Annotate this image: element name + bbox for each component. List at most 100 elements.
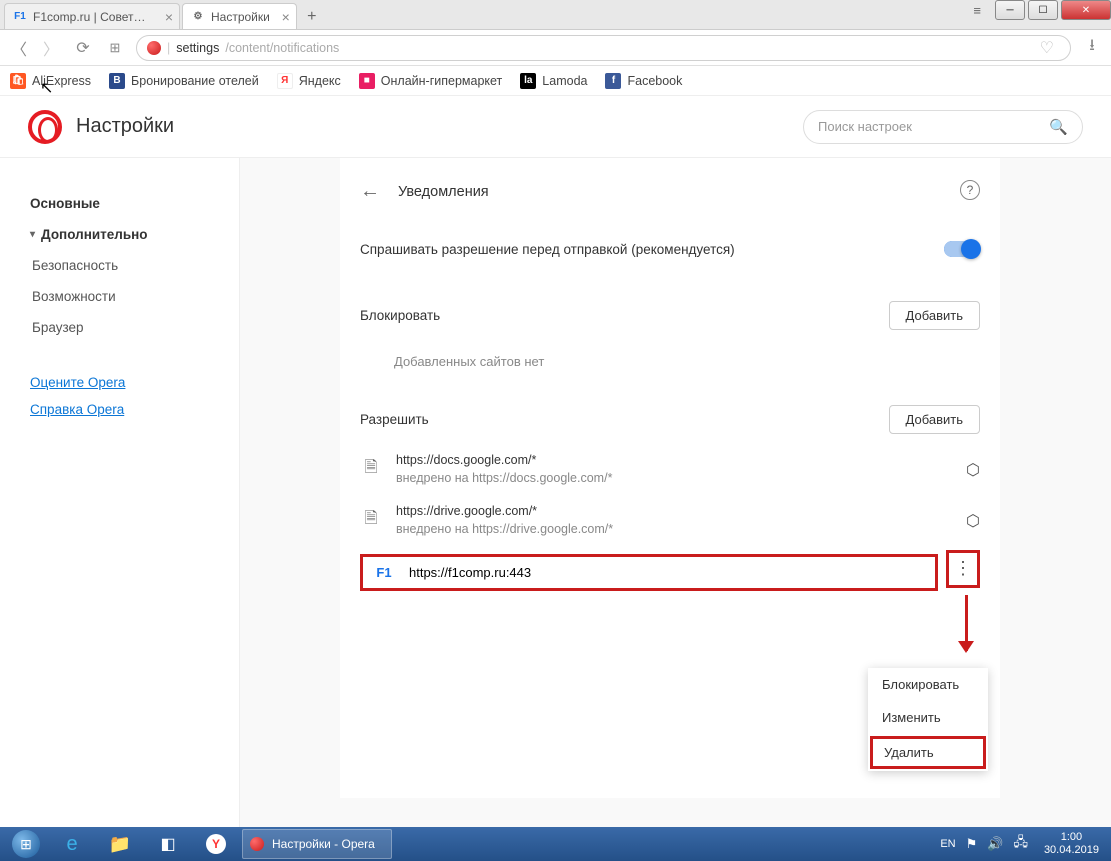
- panel-title: Уведомления: [398, 184, 489, 200]
- yandex-icon: Я: [277, 73, 293, 89]
- settings-sidebar: Основные ▾Дополнительно Безопасность Воз…: [0, 158, 240, 827]
- allowed-site-f1comp[interactable]: F1 https://f1comp.ru:443: [360, 554, 938, 591]
- facebook-icon: f: [605, 73, 621, 89]
- opera-icon: [250, 837, 264, 851]
- close-button[interactable]: ✕: [1061, 0, 1111, 20]
- block-section-header: Блокировать Добавить: [360, 301, 980, 330]
- help-icon[interactable]: ?: [960, 180, 980, 200]
- tab-favicon-f1: F1: [13, 10, 27, 24]
- taskbar-opera-active[interactable]: Настройки - Opera: [242, 829, 392, 859]
- site-more-button[interactable]: ⋮: [946, 550, 980, 588]
- highlighted-site-wrap: F1 https://f1comp.ru:443 ⋮: [360, 546, 980, 591]
- block-add-button[interactable]: Добавить: [889, 301, 980, 330]
- bookmark-hypermarket[interactable]: ■Онлайн-гипермаркет: [359, 73, 503, 89]
- windows-orb-icon: ⊞: [12, 830, 40, 858]
- bookmark-aliexpress[interactable]: 🛍AliExpress: [10, 73, 91, 89]
- address-input[interactable]: | settings/content/notifications ♡: [136, 35, 1071, 61]
- allow-section-header: Разрешить Добавить: [360, 405, 980, 434]
- site-url: https://drive.google.com/*: [396, 503, 952, 521]
- taskbar-app-label: Настройки - Opera: [272, 837, 375, 851]
- sidebar-item-basic[interactable]: Основные: [30, 188, 239, 219]
- file-icon: 🗎: [360, 456, 382, 483]
- ctx-edit[interactable]: Изменить: [868, 701, 988, 734]
- ask-permission-row: Спрашивать разрешение перед отправкой (р…: [360, 231, 980, 283]
- tab-settings[interactable]: ⚙ Настройки ×: [182, 3, 297, 29]
- search-placeholder: Поиск настроек: [818, 119, 912, 134]
- taskbar-explorer[interactable]: 📁: [98, 829, 142, 859]
- address-bar-row: 〈 〉 ⟳ ⊞ | settings/content/notifications…: [0, 30, 1111, 66]
- sidebar-item-security[interactable]: Безопасность: [30, 250, 239, 281]
- site-embedded: внедрено на https://docs.google.com/*: [396, 470, 952, 488]
- window-controls: ─ ☐ ✕: [995, 0, 1111, 22]
- tab-f1comp[interactable]: F1 F1comp.ru | Советы и лайф ×: [4, 3, 180, 29]
- site-embedded: внедрено на https://drive.google.com/*: [396, 521, 952, 539]
- bookmark-heart-icon[interactable]: ♡: [1040, 38, 1054, 58]
- tab-title: Настройки: [211, 10, 270, 24]
- window-menu-icon[interactable]: ≡: [973, 3, 981, 18]
- booking-icon: B: [109, 73, 125, 89]
- ask-permission-toggle[interactable]: [944, 241, 980, 257]
- tab-close-icon[interactable]: ×: [165, 9, 173, 25]
- aliexpress-icon: 🛍: [10, 73, 26, 89]
- site-url: https://f1comp.ru:443: [409, 565, 531, 580]
- system-tray: EN ⚑ 🔊 🖧 1:00 30.04.2019: [940, 831, 1105, 857]
- tray-lang[interactable]: EN: [940, 838, 955, 850]
- maximize-button[interactable]: ☐: [1028, 0, 1058, 20]
- ie-icon: e: [66, 833, 77, 856]
- allowed-site-docs[interactable]: 🗎 https://docs.google.com/* внедрено на …: [360, 444, 980, 495]
- folder-icon: 📁: [109, 834, 131, 855]
- settings-header: Настройки Поиск настроек 🔍: [0, 96, 1111, 158]
- lamoda-icon: la: [520, 73, 536, 89]
- allowed-site-drive[interactable]: 🗎 https://drive.google.com/* внедрено на…: [360, 495, 980, 546]
- reload-button[interactable]: ⟳: [72, 37, 94, 59]
- hypermarket-icon: ■: [359, 73, 375, 89]
- extension-icon[interactable]: ⬡: [966, 511, 980, 531]
- allow-add-button[interactable]: Добавить: [889, 405, 980, 434]
- downloads-icon[interactable]: ⭳: [1081, 37, 1103, 59]
- main-area: ? ← Уведомления Спрашивать разрешение пе…: [240, 158, 1111, 827]
- back-button[interactable]: 〈: [8, 37, 30, 59]
- bookmark-booking[interactable]: BБронирование отелей: [109, 73, 259, 89]
- new-tab-button[interactable]: +: [299, 5, 325, 29]
- sidebar-item-features[interactable]: Возможности: [30, 281, 239, 312]
- file-icon: 🗎: [360, 507, 382, 534]
- ctx-block[interactable]: Блокировать: [868, 668, 988, 701]
- sidebar-item-browser[interactable]: Браузер: [30, 312, 239, 343]
- allow-title: Разрешить: [360, 412, 429, 427]
- block-title: Блокировать: [360, 308, 440, 323]
- page-title: Настройки: [76, 115, 174, 138]
- minimize-button[interactable]: ─: [995, 0, 1025, 20]
- extension-icon[interactable]: ⬡: [966, 460, 980, 480]
- app-icon: ◧: [160, 834, 175, 854]
- speed-dial-icon[interactable]: ⊞: [104, 37, 126, 59]
- tab-strip: F1 F1comp.ru | Советы и лайф × ⚙ Настрой…: [0, 0, 1111, 30]
- bookmark-facebook[interactable]: fFacebook: [605, 73, 682, 89]
- sidebar-link-help[interactable]: Справка Opera: [30, 396, 239, 423]
- block-empty-text: Добавленных сайтов нет: [360, 340, 980, 387]
- gear-icon: ⚙: [191, 10, 205, 24]
- tab-close-icon[interactable]: ×: [282, 9, 290, 25]
- forward-button[interactable]: 〉: [40, 37, 62, 59]
- bookmark-lamoda[interactable]: laLamoda: [520, 73, 587, 89]
- tray-flag-icon[interactable]: ⚑: [966, 836, 978, 852]
- bookmarks-bar: 🛍AliExpress BБронирование отелей ЯЯндекс…: [0, 66, 1111, 96]
- tray-network-icon[interactable]: 🖧: [1013, 833, 1028, 855]
- sidebar-item-advanced[interactable]: ▾Дополнительно: [30, 219, 239, 250]
- f1-favicon: F1: [373, 565, 395, 580]
- ctx-delete[interactable]: Удалить: [870, 736, 986, 769]
- annotation-arrow-icon: [965, 595, 968, 651]
- taskbar-unknown1[interactable]: ◧: [146, 829, 190, 859]
- back-arrow-icon[interactable]: ←: [360, 180, 380, 203]
- taskbar-ie[interactable]: e: [50, 829, 94, 859]
- tray-volume-icon[interactable]: 🔊: [987, 836, 1003, 852]
- opera-logo-icon: [28, 110, 62, 144]
- context-menu: Блокировать Изменить Удалить: [868, 668, 988, 771]
- taskbar-yandex[interactable]: Y: [194, 829, 238, 859]
- bookmark-yandex[interactable]: ЯЯндекс: [277, 73, 341, 89]
- site-url: https://docs.google.com/*: [396, 452, 952, 470]
- tray-clock[interactable]: 1:00 30.04.2019: [1038, 831, 1105, 857]
- sidebar-link-rate[interactable]: Оцените Opera: [30, 369, 239, 396]
- notifications-panel: ? ← Уведомления Спрашивать разрешение пе…: [340, 158, 1000, 798]
- settings-search-input[interactable]: Поиск настроек 🔍: [803, 110, 1083, 144]
- start-button[interactable]: ⊞: [6, 829, 46, 859]
